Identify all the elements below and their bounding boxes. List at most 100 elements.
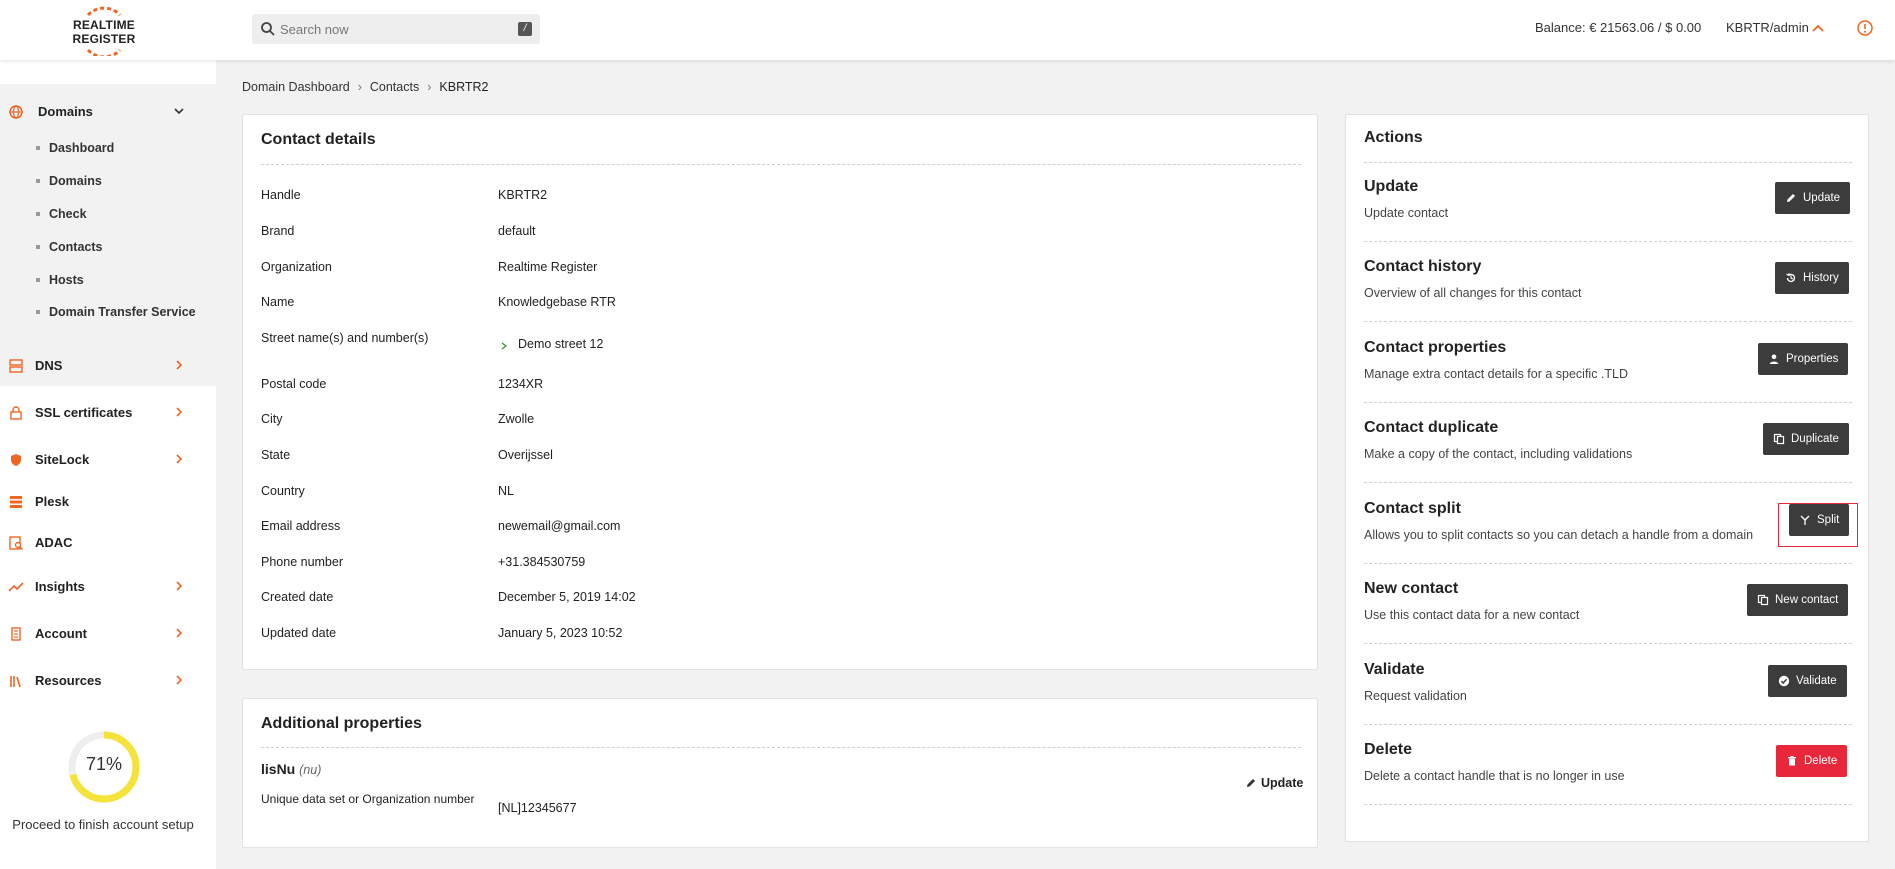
logo-text-top: REALTIME (72, 18, 136, 32)
sidebar-item-domains[interactable]: Domains (0, 98, 216, 126)
field-value: December 5, 2019 14:02 (498, 590, 636, 604)
realtime-register-logo[interactable]: REALTIME REGISTER (66, 6, 142, 56)
account-setup-link[interactable]: Proceed to finish account setup (0, 817, 206, 832)
field-label: Updated date (261, 626, 337, 640)
sidebar-subitem-contacts[interactable]: Contacts (36, 237, 206, 259)
button-label: Update (1803, 192, 1841, 204)
account-balance: Balance: € 21563.06 / $ 0.00 (1535, 20, 1702, 35)
chevron-right-icon (176, 628, 183, 638)
divider (1364, 321, 1852, 322)
breadcrumb-separator-icon: › (427, 80, 432, 94)
sidebar-item-label: Account (35, 626, 87, 641)
action-title: Contact duplicate (1364, 419, 1499, 436)
button-label: New contact (1775, 594, 1839, 606)
building-icon (11, 627, 21, 641)
sidebar-item-ssl-certificates[interactable]: SSL certificates (0, 399, 216, 427)
breadcrumb-item-contacts[interactable]: Contacts (370, 80, 419, 94)
field-label: Phone number (261, 555, 344, 569)
sidebar-item-adac[interactable]: ADAC (0, 529, 216, 557)
field-label: Postal code (261, 377, 327, 391)
field-label: Name (261, 295, 295, 309)
action-description: Update contact (1364, 206, 1449, 220)
sidebar-subitem-domain-transfer-service[interactable]: Domain Transfer Service (36, 302, 206, 324)
sidebar-item-resources[interactable]: Resources (0, 667, 216, 695)
new-contact-button[interactable]: New contact (1747, 584, 1849, 616)
delete-button[interactable]: Delete (1776, 745, 1848, 777)
chevron-down-icon (174, 108, 184, 115)
sidebar-item-label: DNS (35, 358, 63, 373)
sidebar-item-label: SSL certificates (35, 405, 133, 420)
field-label: Created date (261, 590, 334, 604)
field-value: KBRTR2 (498, 188, 548, 202)
button-label: Properties (1786, 353, 1839, 365)
sidebar-item-account[interactable]: Account (0, 620, 216, 648)
field-value: NL (498, 484, 514, 498)
stack-icon (10, 496, 22, 508)
bullet-icon (36, 245, 40, 249)
properties-button[interactable]: Properties (1758, 343, 1849, 375)
account-setup-progress[interactable]: 71% (67, 730, 141, 804)
update-button[interactable]: Update (1775, 182, 1851, 214)
sidebar-subitem-label: Dashboard (49, 141, 115, 155)
chevron-up-icon[interactable] (1810, 20, 1826, 36)
search-input[interactable] (280, 18, 500, 40)
validate-button[interactable]: Validate (1768, 665, 1847, 697)
duplicate-button[interactable]: Duplicate (1763, 423, 1849, 455)
sidebar-item-sitelock[interactable]: SiteLock (0, 446, 216, 474)
field-value: Zwolle (498, 412, 535, 426)
bullet-icon (36, 146, 40, 150)
sidebar-subitem-dashboard[interactable]: Dashboard (36, 138, 206, 160)
sidebar-item-plesk[interactable]: Plesk (0, 488, 216, 516)
pencil-icon (1787, 194, 1795, 202)
sidebar-subitem-label: Domains (49, 174, 102, 188)
sidebar-subitem-hosts[interactable]: Hosts (36, 270, 206, 292)
server-icon (9, 359, 23, 373)
breadcrumb-item-current: KBRTR2 (439, 80, 489, 94)
divider (261, 164, 1301, 165)
action-contact-history: Contact history Overview of all changes … (1346, 242, 1870, 322)
action-description: Use this contact data for a new contact (1364, 608, 1580, 622)
sidebar-item-insights[interactable]: Insights (0, 573, 216, 601)
property-value: [NL]12345677 (498, 801, 577, 815)
button-label: Duplicate (1791, 433, 1839, 445)
search-box[interactable]: / (252, 14, 540, 44)
field-label: City (261, 412, 283, 426)
field-label: Email address (261, 519, 341, 533)
user-menu[interactable]: KBRTR/admin (1726, 20, 1809, 35)
search-shortcut-badge: / (518, 22, 532, 36)
field-value: Demo street 12 (518, 337, 604, 351)
chevron-right-icon (176, 675, 183, 685)
breadcrumb-item-domain-dashboard[interactable]: Domain Dashboard (242, 80, 350, 94)
sidebar-subitem-label: Domain Transfer Service (49, 305, 196, 319)
divider (1364, 804, 1852, 805)
sidebar-subitem-label: Hosts (49, 273, 84, 287)
action-new-contact: New contact Use this contact data for a … (1346, 564, 1870, 644)
action-title: Validate (1364, 661, 1425, 678)
button-label: Validate (1796, 675, 1837, 687)
card-title: Actions (1364, 129, 1423, 146)
contact-details-card: Contact details Handle KBRTR2 Brand defa… (242, 114, 1318, 670)
books-icon (10, 676, 21, 688)
card-title: Additional properties (261, 715, 422, 732)
field-label: Handle (261, 188, 301, 202)
sidebar-item-dns[interactable]: DNS (0, 352, 216, 380)
search-doc-icon (9, 536, 24, 551)
sidebar-subitem-check[interactable]: Check (36, 204, 206, 226)
chevron-right-icon (176, 581, 183, 591)
property-update-label: Update (1261, 776, 1304, 790)
person-icon (1769, 354, 1779, 364)
sidebar-item-label: Insights (35, 579, 85, 594)
chart-line-icon (8, 582, 24, 592)
field-label: State (261, 448, 291, 462)
history-button[interactable]: History (1775, 262, 1849, 294)
copy-icon (1773, 433, 1785, 445)
history-icon (1786, 273, 1796, 283)
field-value: default (498, 224, 536, 238)
sidebar-subitem-domains[interactable]: Domains (36, 171, 206, 193)
sidebar-item-label: Resources (35, 673, 102, 688)
info-icon[interactable] (1856, 19, 1874, 37)
copy-icon (1757, 594, 1769, 606)
action-title: Update (1364, 178, 1419, 195)
action-title: Contact split (1364, 500, 1461, 517)
top-bar: REALTIME REGISTER / Balance: € 21563.06 … (0, 0, 1895, 60)
